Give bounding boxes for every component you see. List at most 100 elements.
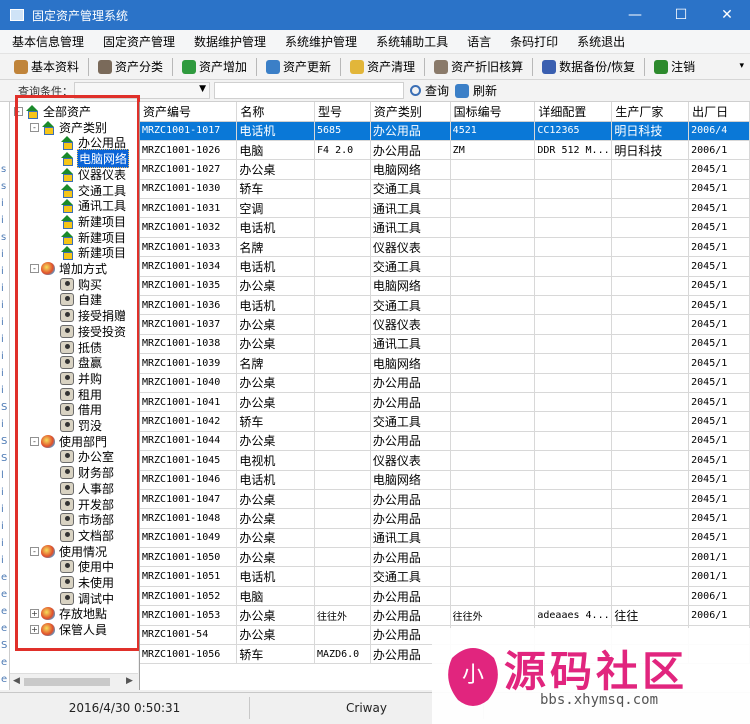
table-row[interactable]: MRZC1001-1038 办公桌 通讯工具 2045/1 (140, 334, 750, 355)
search-button[interactable]: 查询 (410, 82, 449, 99)
tree-item[interactable]: 盘赢 (60, 355, 103, 370)
table-row[interactable]: MRZC1001-1035 办公桌 电脑网络 2045/1 (140, 276, 750, 297)
menu-barcode-print[interactable]: 条码打印 (510, 33, 558, 50)
tree-root[interactable]: - 全部资产 (14, 104, 92, 119)
collapse-icon[interactable]: - (30, 122, 39, 132)
tree-horizontal-scrollbar[interactable]: ◀ ▶ (10, 673, 138, 690)
tree-group-4[interactable]: + 存放地點 (30, 606, 108, 621)
minimize-button[interactable]: — (612, 0, 658, 30)
tree-item[interactable]: 新建项目 (60, 230, 127, 245)
tree-item[interactable]: 抵债 (60, 340, 103, 355)
tree-item[interactable]: 使用中 (60, 559, 115, 574)
tree-group-3[interactable]: - 使用情况 (30, 544, 108, 559)
tree-item[interactable]: 电脑网络 (60, 149, 130, 169)
column-header[interactable]: 资产类别 (370, 102, 451, 122)
expand-icon[interactable]: + (30, 609, 39, 619)
query-input[interactable] (214, 82, 404, 99)
table-row[interactable]: MRZC1001-1026 电脑 F4 2.0 办公用品 ZM DDR 512 M... 明… (140, 140, 750, 161)
tree-item[interactable]: 借用 (60, 402, 103, 417)
table-row[interactable]: MRZC1001-1033 名牌 仪器仪表 2045/1 (140, 237, 750, 258)
toolbar-button-1[interactable]: 资产分类 (94, 58, 167, 75)
menu-data-maintenance[interactable]: 数据维护管理 (194, 33, 266, 50)
table-row[interactable]: MRZC1001-1031 空调 通讯工具 2045/1 (140, 198, 750, 219)
tree-item[interactable]: 自建 (60, 292, 103, 307)
table-row[interactable]: MRZC1001-1017 电话机 5685 办公用品 4521 CC12365 明日科技 2… (140, 121, 750, 141)
table-row[interactable]: MRZC1001-1042 轿车 交通工具 2045/1 (140, 411, 750, 432)
table-row[interactable]: MRZC1001-1050 办公桌 办公用品 2001/1 (140, 547, 750, 568)
table-row[interactable]: MRZC1001-1039 名牌 电脑网络 2045/1 (140, 353, 750, 374)
table-row[interactable]: MRZC1001-1044 办公桌 办公用品 2045/1 (140, 431, 750, 452)
toolbar-button-3[interactable]: 资产更新 (262, 58, 335, 75)
menu-system-maintenance[interactable]: 系统维护管理 (285, 33, 357, 50)
column-header[interactable]: 资产编号 (140, 102, 238, 122)
tree-item[interactable]: 接受投资 (60, 324, 127, 339)
tree-item[interactable]: 新建项目 (60, 214, 127, 229)
menu-fixed-assets[interactable]: 固定资产管理 (103, 33, 175, 50)
tree-item[interactable]: 接受捐赠 (60, 308, 127, 323)
table-row[interactable]: MRZC1001-1032 电话机 通讯工具 2045/1 (140, 217, 750, 238)
table-row[interactable]: MRZC1001-1048 办公桌 办公用品 2045/1 (140, 508, 750, 529)
table-row[interactable]: MRZC1001-1051 电话机 交通工具 2001/1 (140, 566, 750, 587)
tree-item[interactable]: 人事部 (60, 481, 115, 496)
tree-item[interactable]: 开发部 (60, 497, 115, 512)
tree-group-1[interactable]: - 增加方式 (30, 261, 108, 276)
menu-basic-info[interactable]: 基本信息管理 (12, 33, 84, 50)
tree-item[interactable]: 并购 (60, 371, 103, 386)
table-row[interactable]: MRZC1001-1052 电脑 办公用品 2006/1 (140, 586, 750, 607)
tree-item[interactable]: 购买 (60, 277, 103, 292)
expand-icon[interactable]: + (30, 625, 39, 635)
scroll-right-icon[interactable]: ▶ (126, 676, 133, 686)
tree-group-2[interactable]: - 使用部門 (30, 434, 108, 449)
table-row[interactable]: MRZC1001-1037 办公桌 仪器仪表 2045/1 (140, 314, 750, 335)
query-condition-select[interactable]: ▼ (74, 82, 210, 99)
collapse-icon[interactable]: - (30, 436, 39, 446)
column-header[interactable]: 国标编号 (450, 102, 536, 122)
asset-tree[interactable]: ◀ ▶ - 全部资产 - 资产类别 办公用品 电脑网络 仪器仪表 交通工具 通讯工具 新建项目 新建… (10, 102, 138, 690)
table-row[interactable]: MRZC1001-1034 电话机 交通工具 2045/1 (140, 256, 750, 277)
toolbar-button-6[interactable]: 数据备份/恢复 (538, 58, 639, 75)
menu-language[interactable]: 语言 (467, 33, 491, 50)
menu-system-exit[interactable]: 系统退出 (577, 33, 625, 50)
column-header[interactable]: 型号 (314, 102, 371, 122)
column-header[interactable]: 生产厂家 (611, 102, 690, 122)
scroll-thumb[interactable] (24, 678, 110, 686)
tree-item[interactable]: 文档部 (60, 528, 115, 543)
table-row[interactable]: MRZC1001-1040 办公桌 办公用品 2045/1 (140, 373, 750, 393)
tree-group-5[interactable]: + 保管人員 (30, 622, 108, 637)
table-row[interactable]: MRZC1001-1041 办公桌 办公用品 2045/1 (140, 392, 750, 413)
tree-item[interactable]: 新建项目 (60, 245, 127, 261)
collapse-icon[interactable]: - (30, 264, 39, 273)
tree-group-0[interactable]: - 资产类别 (30, 120, 108, 135)
tree-item[interactable]: 财务部 (60, 465, 115, 480)
close-button[interactable]: ✕ (704, 0, 750, 30)
table-row[interactable]: MRZC1001-1046 电话机 电脑网络 2045/1 (140, 470, 750, 490)
toolbar-button-0[interactable]: 基本资料 (10, 58, 83, 75)
asset-grid[interactable]: 资产编号 名称 型号 资产类别 国标编号 详细配置 生产厂家 出厂日 MRZC1001-101… (139, 102, 750, 690)
collapse-icon[interactable]: - (30, 546, 39, 556)
tree-item[interactable]: 未使用 (60, 575, 115, 590)
tree-item[interactable]: 仪器仪表 (60, 167, 127, 182)
tree-item[interactable]: 办公室 (60, 449, 115, 464)
tree-item[interactable]: 租用 (60, 387, 103, 402)
tree-item[interactable]: 通讯工具 (60, 198, 127, 214)
tree-item[interactable]: 调试中 (60, 591, 115, 606)
toolbar-button-5[interactable]: 资产折旧核算 (430, 58, 527, 75)
maximize-button[interactable]: ☐ (658, 0, 704, 30)
column-header[interactable]: 出厂日 (688, 102, 750, 122)
tree-item[interactable]: 交通工具 (60, 183, 127, 198)
menu-system-tools[interactable]: 系统辅助工具 (376, 33, 448, 50)
table-row[interactable]: MRZC1001-1047 办公桌 办公用品 2045/1 (140, 489, 750, 510)
toolbar-button-7[interactable]: 注销 (650, 58, 699, 75)
column-header[interactable]: 详细配置 (534, 102, 613, 122)
toolbar-button-4[interactable]: 资产清理 (346, 58, 419, 75)
tree-item[interactable]: 罚没 (60, 418, 103, 433)
refresh-button[interactable]: 刷新 (455, 82, 497, 99)
tree-item[interactable]: 市场部 (60, 512, 115, 527)
collapse-icon[interactable]: - (14, 107, 23, 116)
toolbar-overflow-icon[interactable]: ▾ (739, 61, 744, 71)
table-row[interactable]: MRZC1001-1027 办公桌 电脑网络 2045/1 (140, 159, 750, 180)
toolbar-button-2[interactable]: 资产增加 (178, 58, 251, 75)
table-row[interactable]: MRZC1001-1045 电视机 仪器仪表 2045/1 (140, 450, 750, 471)
table-row[interactable]: MRZC1001-1053 办公桌 往往外 办公用品 往往外 adeaaes 4... 往往… (140, 605, 750, 626)
table-row[interactable]: MRZC1001-1049 办公桌 通讯工具 2045/1 (140, 528, 750, 549)
